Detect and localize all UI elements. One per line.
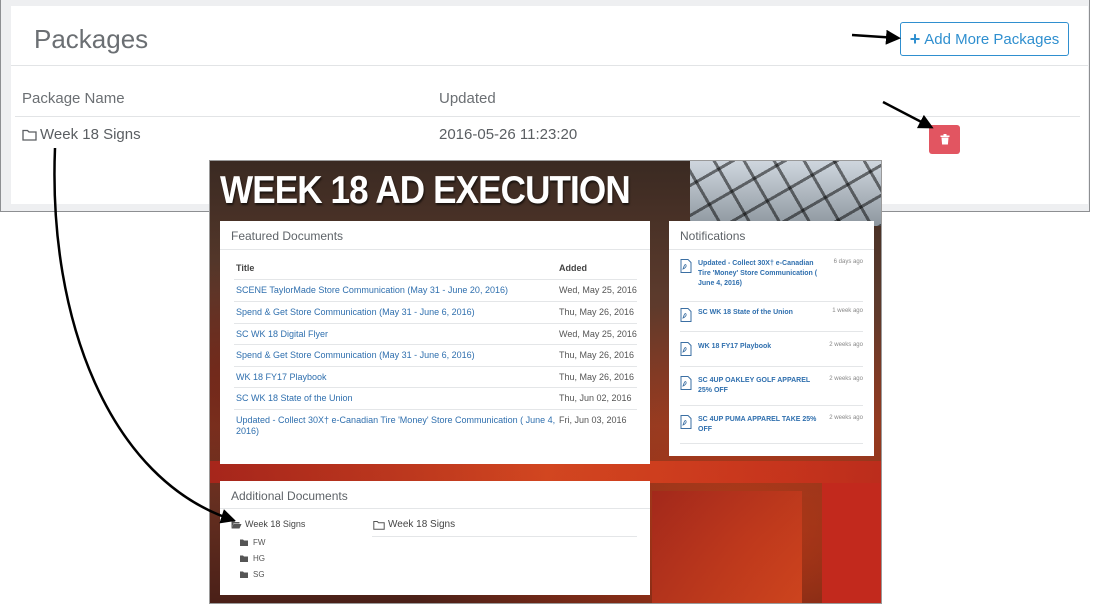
notification-link[interactable]: Updated - Collect 30X† e-Canadian Tire '… (698, 259, 818, 289)
folder-heading[interactable]: Week 18 Signs (373, 519, 455, 530)
notifications-panel: Notifications Updated - Collect 30X† e-C… (669, 221, 874, 456)
column-header-title: Title (236, 263, 255, 273)
document-added: Fri, Jun 03, 2016 (559, 415, 627, 425)
column-header-updated: Updated (439, 90, 496, 107)
column-header-added: Added (559, 263, 587, 273)
additional-documents-title: Additional Documents (231, 489, 348, 503)
header-divider (11, 65, 1088, 66)
document-link[interactable]: SCENE TaylorMade Store Communication (Ma… (236, 285, 556, 296)
panel-divider (220, 249, 650, 250)
pdf-icon (680, 259, 692, 273)
folder-icon (373, 520, 385, 530)
background-banner (210, 461, 881, 483)
folder-icon (240, 555, 248, 562)
notification-divider (680, 443, 863, 444)
package-updated: 2016-05-26 11:23:20 (439, 126, 578, 143)
notification-link[interactable]: SC WK 18 State of the Union (698, 308, 818, 318)
document-added: Thu, May 26, 2016 (559, 350, 635, 360)
panel-divider (220, 508, 650, 509)
trash-icon (940, 134, 949, 145)
notification-divider (680, 366, 863, 367)
folder-divider (372, 536, 637, 537)
subfolder-item[interactable]: HG (240, 554, 265, 563)
notification-time: 2 weeks ago (829, 342, 863, 348)
add-more-packages-label: Add More Packages (924, 30, 1060, 48)
add-more-packages-button[interactable]: + Add More Packages (900, 22, 1069, 56)
folder-open-icon (231, 520, 242, 528)
notification-item: SC WK 18 State of the Union 1 week ago (680, 308, 863, 338)
featured-documents-panel: Featured Documents Title Added SCENE Tay… (220, 221, 650, 464)
hero-title: WEEK 18 AD EXECUTION (220, 169, 631, 212)
table-row: SCENE TaylorMade Store Communication (Ma… (234, 279, 637, 301)
pdf-icon (680, 376, 692, 390)
table-divider (15, 116, 1080, 117)
delete-package-button[interactable] (929, 125, 960, 154)
document-link[interactable]: Spend & Get Store Communication (May 31 … (236, 350, 556, 361)
background-sign-right (822, 483, 881, 603)
column-header-package-name: Package Name (22, 90, 125, 107)
featured-documents-title: Featured Documents (231, 229, 344, 243)
table-row: SC WK 18 State of the Union Thu, Jun 02,… (234, 387, 637, 409)
annotated-screenshot: Packages + Add More Packages Package Nam… (0, 0, 1093, 607)
subfolder-name: SG (253, 570, 265, 579)
notification-item: WK 18 FY17 Playbook 2 weeks ago (680, 342, 863, 372)
notification-item: Updated - Collect 30X† e-Canadian Tire '… (680, 259, 863, 302)
document-added: Thu, Jun 02, 2016 (559, 393, 632, 403)
background-skylight (690, 161, 881, 226)
document-added: Wed, May 25, 2016 (559, 329, 637, 339)
table-row: Spend & Get Store Communication (May 31 … (234, 301, 637, 323)
pdf-icon (680, 415, 692, 429)
folder-name: Week 18 Signs (388, 519, 456, 530)
folder-icon (240, 539, 248, 546)
notification-time: 1 week ago (832, 308, 863, 314)
notification-link[interactable]: SC 4UP OAKLEY GOLF APPAREL 25% OFF (698, 376, 818, 396)
subfolder-item[interactable]: SG (240, 570, 265, 579)
document-added: Thu, May 26, 2016 (559, 307, 635, 317)
package-name: Week 18 Signs (40, 126, 141, 143)
panel-divider (669, 249, 874, 250)
notification-divider (680, 405, 863, 406)
subfolder-name: FW (253, 538, 266, 547)
table-row: Updated - Collect 30X† e-Canadian Tire '… (234, 409, 637, 443)
notification-item: SC 4UP OAKLEY GOLF APPAREL 25% OFF 2 wee… (680, 376, 863, 410)
document-added: Wed, May 25, 2016 (559, 285, 637, 295)
folder-icon (22, 129, 37, 141)
document-added: Thu, May 26, 2016 (559, 372, 635, 382)
page-title: Packages (34, 24, 149, 54)
subfolder-item[interactable]: FW (240, 538, 265, 547)
notification-divider (680, 331, 863, 332)
package-page-screenshot: WEEK 18 AD EXECUTION Featured Documents … (209, 160, 882, 604)
additional-documents-panel: Additional Documents Week 18 Signs FW HG… (220, 481, 650, 595)
notification-item: SC 4UP PUMA APPAREL TAKE 25% OFF 2 weeks… (680, 415, 863, 449)
notification-link[interactable]: WK 18 FY17 Playbook (698, 342, 818, 352)
pdf-icon (680, 342, 692, 356)
notification-time: 6 days ago (833, 259, 863, 265)
document-link[interactable]: Updated - Collect 30X† e-Canadian Tire '… (236, 415, 556, 437)
notifications-title: Notifications (680, 229, 746, 243)
table-row: SC WK 18 Digital Flyer Wed, May 25, 2016 (234, 323, 637, 345)
package-name-link[interactable]: Week 18 Signs (22, 126, 141, 143)
plus-icon: + (909, 29, 921, 49)
notification-link[interactable]: SC 4UP PUMA APPAREL TAKE 25% OFF (698, 415, 818, 435)
background-sign (652, 491, 802, 603)
subfolder-name: HG (253, 554, 265, 563)
folder-icon (240, 571, 248, 578)
table-row: Spend & Get Store Communication (May 31 … (234, 344, 637, 366)
folder-name: Week 18 Signs (245, 519, 306, 529)
document-link[interactable]: Spend & Get Store Communication (May 31 … (236, 307, 556, 318)
notification-time: 2 weeks ago (829, 376, 863, 382)
document-link[interactable]: SC WK 18 Digital Flyer (236, 329, 556, 340)
notification-divider (680, 301, 863, 302)
folder-tree-root[interactable]: Week 18 Signs (231, 519, 305, 529)
notification-time: 2 weeks ago (829, 415, 863, 421)
pdf-icon (680, 308, 692, 322)
document-link[interactable]: SC WK 18 State of the Union (236, 393, 556, 404)
document-link[interactable]: WK 18 FY17 Playbook (236, 372, 556, 383)
table-row: WK 18 FY17 Playbook Thu, May 26, 2016 (234, 366, 637, 388)
